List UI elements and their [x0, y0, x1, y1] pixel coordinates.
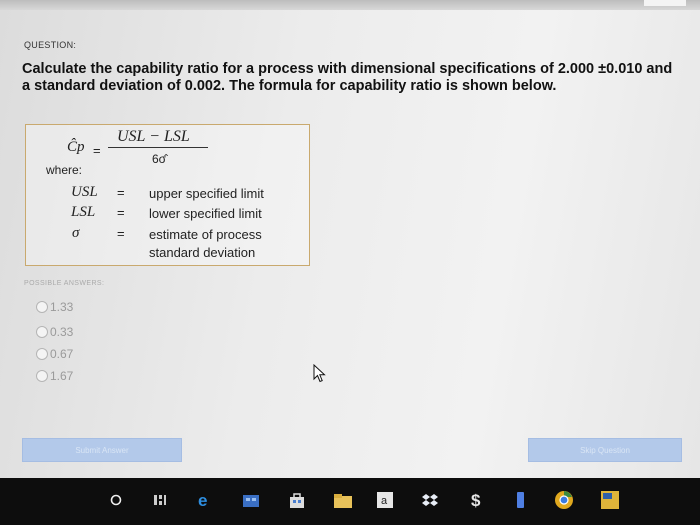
explorer-icon[interactable]: [333, 490, 353, 510]
question-label: QUESTION:: [24, 40, 77, 50]
usl-symbol: USL: [71, 184, 98, 200]
answer-text: 0.33: [50, 325, 74, 339]
app-icon[interactable]: [510, 490, 530, 510]
answer-option-2[interactable]: 0.33: [36, 325, 73, 339]
money-icon[interactable]: $: [466, 490, 486, 510]
sigma-equals: =: [117, 226, 125, 241]
svg-text:$: $: [471, 491, 481, 510]
task-view-icon[interactable]: [150, 490, 170, 510]
store-bag-icon[interactable]: [287, 490, 307, 510]
radio-button[interactable]: [36, 326, 48, 338]
dropbox-icon[interactable]: [420, 490, 440, 510]
question-text: Calculate the capability ratio for a pro…: [22, 61, 673, 94]
radio-button[interactable]: [36, 370, 48, 382]
possible-answers-label: POSSIBLE ANSWERS:: [24, 280, 105, 287]
fraction-line: [108, 147, 208, 148]
taskbar: e a $: [0, 478, 700, 525]
answer-option-1[interactable]: 1.33: [36, 300, 73, 314]
answer-option-3[interactable]: 0.67: [36, 347, 73, 361]
amazon-icon[interactable]: a: [375, 490, 395, 510]
answer-option-4[interactable]: 1.67: [36, 369, 73, 383]
usl-desc: upper specified limit: [149, 186, 264, 201]
submit-answer-button[interactable]: Submit Answer: [22, 438, 182, 462]
lsl-equals: =: [117, 205, 125, 220]
window-tab[interactable]: [644, 0, 686, 6]
svg-text:a: a: [381, 495, 388, 507]
skip-question-button[interactable]: Skip Question: [528, 438, 682, 462]
browser-page: QUESTION: Calculate the capability ratio…: [0, 0, 700, 478]
answer-text: 1.67: [50, 369, 74, 383]
answer-text: 0.67: [50, 347, 74, 361]
formula-equals: =: [93, 143, 101, 158]
sigma-desc: estimate of process: [149, 227, 262, 242]
edge-icon[interactable]: e: [195, 490, 215, 510]
radio-button[interactable]: [36, 301, 48, 313]
winword-icon[interactable]: [600, 490, 620, 510]
mouse-cursor-icon: [313, 364, 326, 383]
formula-numerator: USL − LSL: [117, 128, 190, 145]
svg-text:e: e: [198, 491, 207, 509]
formula-denominator: 6σ̂: [152, 152, 167, 166]
cp-hat-symbol: Ĉp: [67, 139, 85, 155]
answer-text: 1.33: [50, 300, 74, 314]
sigma-symbol: σ: [72, 225, 80, 241]
radio-button[interactable]: [36, 348, 48, 360]
lsl-desc: lower specified limit: [149, 206, 262, 221]
store-icon[interactable]: [241, 490, 261, 510]
where-label: where:: [46, 163, 83, 177]
top-strip: [0, 0, 700, 10]
cortana-circle-icon[interactable]: [106, 490, 126, 510]
lsl-symbol: LSL: [71, 204, 96, 220]
sigma-desc-2: standard deviation: [149, 245, 256, 260]
chrome-icon[interactable]: [554, 490, 574, 510]
usl-equals: =: [117, 185, 125, 200]
